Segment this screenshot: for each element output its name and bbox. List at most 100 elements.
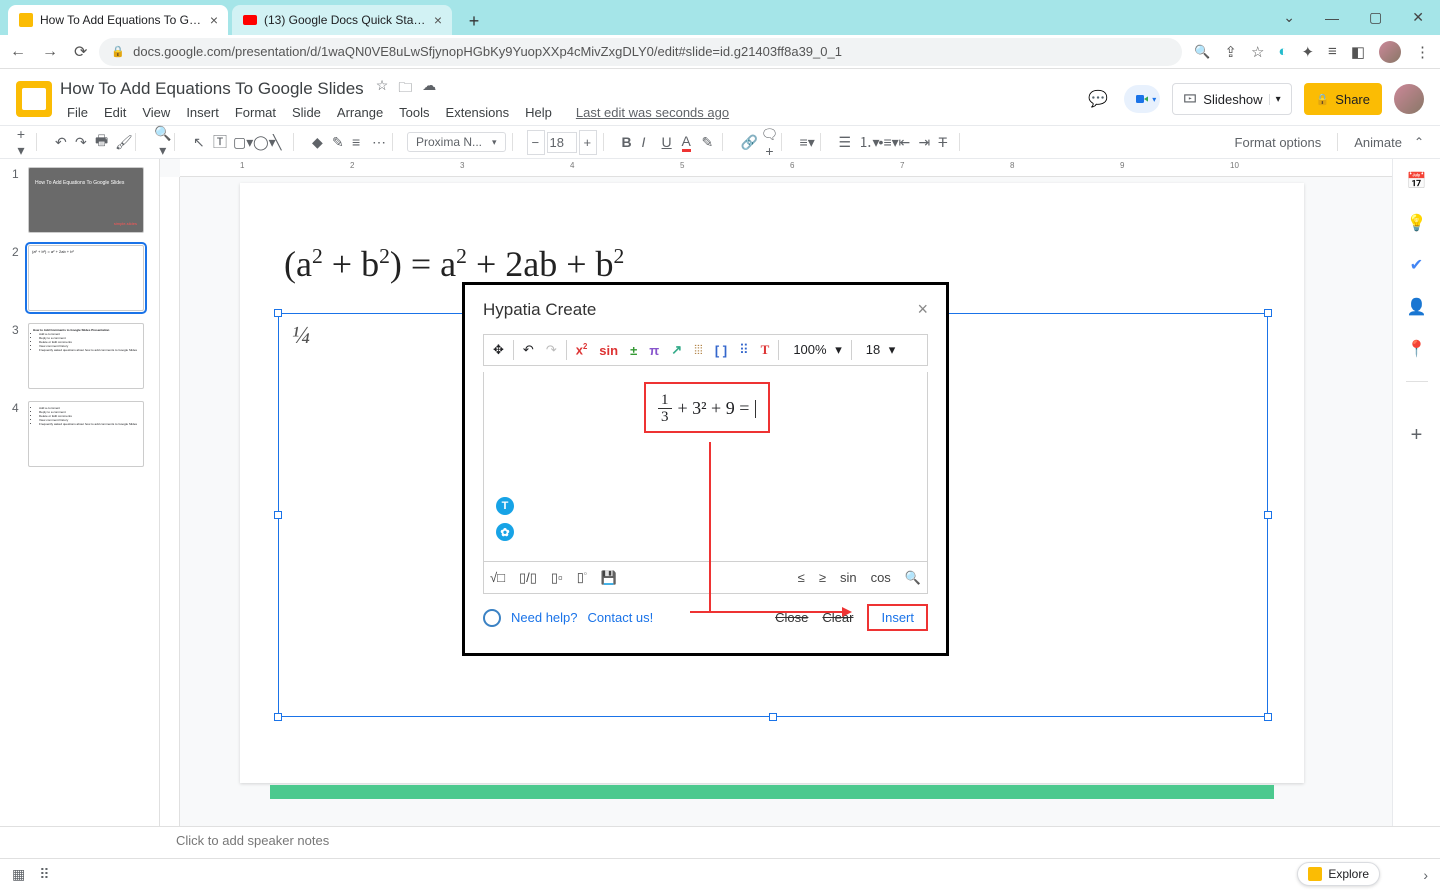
back-icon[interactable]: ← [10, 43, 26, 61]
border-color-icon[interactable]: ✎ [328, 130, 346, 155]
italic-icon[interactable]: I [638, 130, 656, 154]
menu-help[interactable]: Help [518, 103, 559, 122]
resize-handle[interactable] [274, 309, 282, 317]
contacts-icon[interactable]: 👤 [1407, 297, 1427, 317]
maximize-icon[interactable]: ▢ [1363, 5, 1388, 30]
text-tool-icon[interactable]: T [496, 497, 514, 515]
menu-tools[interactable]: Tools [392, 103, 436, 122]
tab-close-icon[interactable]: × [210, 12, 218, 28]
grid-view-icon[interactable]: ⠿ [39, 866, 49, 883]
sin-button[interactable]: sin [840, 570, 857, 585]
sidepanel-icon[interactable]: ◧ [1351, 43, 1365, 61]
clear-format-icon[interactable]: T [935, 130, 953, 154]
url-box[interactable]: 🔒 docs.google.com/presentation/d/1waQN0V… [99, 38, 1182, 66]
slide-thumbnail-3[interactable]: How to Add Comments to Google Slides Pre… [28, 323, 144, 389]
undo-icon[interactable]: ↶ [518, 340, 539, 360]
redo-icon[interactable]: ↷ [71, 130, 89, 155]
menu-slide[interactable]: Slide [285, 103, 328, 122]
sqrt-icon[interactable]: √□ [490, 570, 505, 585]
move-icon[interactable]: 🗀 [398, 77, 412, 101]
zoom-icon[interactable]: 🔍 [1194, 44, 1210, 60]
pi-icon[interactable]: π [644, 341, 664, 360]
matrix-icon[interactable]: ⦙⦙⦙ [689, 340, 708, 360]
format-options-button[interactable]: Format options [1235, 135, 1322, 150]
text-color-icon[interactable]: A [678, 129, 696, 156]
cloud-status-icon[interactable]: ☁ [422, 77, 436, 101]
border-weight-icon[interactable]: ≡ [348, 130, 366, 154]
tasks-icon[interactable]: ✔ [1407, 255, 1427, 275]
speaker-notes[interactable]: Click to add speaker notes [0, 826, 1440, 858]
brackets-icon[interactable]: [ ] [710, 341, 732, 360]
subscript-icon[interactable]: ▯▫ [551, 570, 563, 586]
reload-icon[interactable]: ⟳ [74, 42, 87, 62]
line-icon[interactable]: ╲ [269, 130, 287, 155]
collapse-toolbar-icon[interactable]: ⌃ [1414, 135, 1424, 149]
grid-icon[interactable]: ⠿ [734, 340, 754, 360]
menu-arrange[interactable]: Arrange [330, 103, 390, 122]
extension-icon-1[interactable]: ◐ [1278, 43, 1287, 60]
image-icon[interactable]: ▢▾ [229, 130, 247, 155]
slideshow-button[interactable]: Slideshow ▾ [1172, 83, 1291, 115]
meet-button[interactable]: ▾ [1124, 85, 1160, 113]
plusminus-icon[interactable]: ± [625, 341, 642, 360]
save-icon[interactable]: 💾 [601, 570, 617, 586]
filmstrip-view-icon[interactable]: ▦ [12, 866, 25, 883]
explore-button[interactable]: Explore [1297, 862, 1380, 886]
slide-thumbnail-4[interactable]: Add a comment Reply to a comment Delete … [28, 401, 144, 467]
redo-icon[interactable]: ↷ [541, 340, 562, 360]
highlight-icon[interactable]: ✎ [698, 130, 716, 155]
textbox-icon[interactable]: 🅃 [209, 128, 227, 156]
contact-link[interactable]: Contact us! [588, 610, 654, 625]
browser-tab-active[interactable]: How To Add Equations To Google × [8, 5, 228, 35]
shape-icon[interactable]: ◯▾ [249, 130, 267, 155]
font-decrease-button[interactable]: − [527, 130, 545, 155]
insert-button[interactable]: Insert [867, 604, 928, 631]
new-tab-button[interactable]: + [460, 7, 488, 35]
resize-handle[interactable] [1264, 309, 1272, 317]
comment-history-icon[interactable]: 💬 [1084, 85, 1112, 113]
star-icon[interactable]: ☆ [376, 77, 389, 101]
paint-format-icon[interactable]: 🖌 [111, 130, 129, 155]
zoom-dropdown[interactable]: 🔍 ▾ [150, 121, 168, 163]
resize-handle[interactable] [274, 713, 282, 721]
resize-handle[interactable] [1264, 511, 1272, 519]
share-button[interactable]: 🔒 Share [1304, 83, 1382, 115]
select-tool-icon[interactable]: ↖ [189, 130, 207, 155]
menu-view[interactable]: View [135, 103, 177, 122]
leq-icon[interactable]: ≤ [798, 570, 805, 585]
hide-sidepanel-icon[interactable]: › [1423, 867, 1428, 883]
need-help-link[interactable]: Need help? [511, 610, 578, 625]
menu-insert[interactable]: Insert [179, 103, 226, 122]
expand-icon[interactable]: ✥ [488, 340, 509, 360]
calendar-icon[interactable]: 📅 [1407, 171, 1427, 191]
align-icon[interactable]: ≡▾ [796, 130, 814, 155]
zoom-dropdown[interactable]: 100% ▾ [783, 340, 846, 360]
line-spacing-icon[interactable]: ☰ [835, 130, 853, 155]
menu-file[interactable]: File [60, 103, 95, 122]
geq-icon[interactable]: ≥ [819, 570, 826, 585]
numbered-list-icon[interactable]: ⒈▾ [855, 128, 873, 156]
browser-tab[interactable]: (13) Google Docs Quick Start Gui × [232, 5, 452, 35]
slide-thumbnail-1[interactable]: How To Add Equations To Google Slides si… [28, 167, 144, 233]
tab-close-icon[interactable]: × [434, 12, 442, 28]
last-edit-link[interactable]: Last edit was seconds ago [569, 103, 736, 122]
comment-icon[interactable]: 🗨+ [757, 122, 775, 163]
font-picker[interactable]: Proxima N...▾ [407, 132, 506, 152]
sin-button[interactable]: sin [594, 341, 623, 360]
addons-plus-icon[interactable]: + [1411, 424, 1423, 447]
close-window-icon[interactable]: ✕ [1406, 5, 1430, 30]
new-slide-button[interactable]: + ▾ [12, 122, 30, 163]
bold-icon[interactable]: B [618, 130, 636, 154]
bulleted-list-icon[interactable]: •≡▾ [875, 130, 893, 155]
arrow-icon[interactable]: ↗ [666, 340, 687, 360]
frac-icon[interactable]: ▯/▯ [519, 570, 537, 586]
bookmark-icon[interactable]: ☆ [1251, 43, 1264, 61]
share-url-icon[interactable]: ⇪ [1224, 43, 1237, 61]
menu-dots-icon[interactable]: ⋮ [1415, 43, 1430, 61]
fill-color-icon[interactable]: ◆ [308, 130, 326, 155]
animate-button[interactable]: Animate [1354, 135, 1402, 150]
slides-logo-icon[interactable] [16, 81, 52, 117]
extensions-icon[interactable]: ✦ [1301, 43, 1314, 61]
text-icon[interactable]: T [756, 340, 775, 360]
chevron-down-icon[interactable]: ⌄ [1277, 5, 1301, 30]
